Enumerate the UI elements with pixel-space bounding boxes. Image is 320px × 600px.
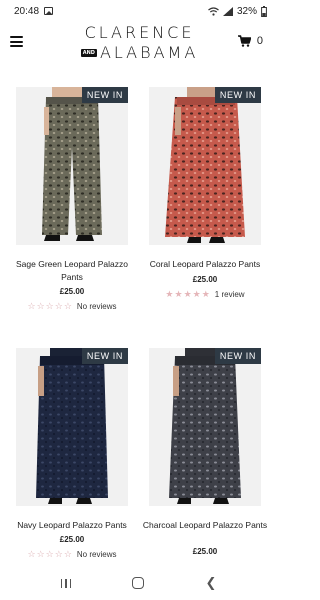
logo-line-1: CLARENCE [84,23,195,42]
review-count[interactable]: 1 review [215,290,245,299]
rating-stars: ★ ★ ★ ★ ★ [165,289,210,299]
review-count[interactable]: No reviews [77,550,117,559]
review-count[interactable]: No reviews [77,302,117,311]
home-icon[interactable] [132,577,145,589]
signal-icon [222,6,233,16]
new-in-badge: NEW IN [214,348,261,364]
cart-icon [237,35,251,47]
product-name[interactable]: Navy Leopard Palazzo Pants [8,519,136,532]
product-name[interactable]: Coral Leopard Palazzo Pants [141,258,269,271]
cart-count: 0 [256,35,263,47]
product-photo-drawing [169,348,241,504]
new-in-badge: NEW IN [81,348,128,364]
back-icon[interactable]: ❮ [205,575,216,591]
product-photo-drawing [165,87,245,243]
new-in-badge: NEW IN [81,87,128,103]
product-image[interactable]: NEW IN [16,87,128,245]
cart-button[interactable]: 0 [237,35,263,47]
product-rating: ★ ★ ★ ★ ★ 1 review [143,289,267,300]
product-image[interactable]: NEW IN [149,87,261,245]
recent-apps-icon[interactable] [60,578,72,588]
rating-stars: ☆ ☆ ☆ ☆ ☆ [27,549,72,559]
product-name[interactable]: Charcoal Leopard Palazzo Pants [141,519,269,532]
wifi-icon [208,6,219,16]
product-image[interactable]: NEW IN [149,348,261,506]
battery-percent: 32% [236,5,257,17]
product-name[interactable]: Sage Green Leopard Palazzo Pants [8,258,136,284]
status-time: 20:48 [14,5,40,17]
brand-logo[interactable]: CLARENCE AND ALABAMA [72,23,207,63]
status-bar: 20:48 32% [0,0,277,22]
product-image[interactable]: NEW IN [16,348,128,506]
battery-icon [261,5,267,17]
product-photo-drawing [42,87,102,241]
logo-and: AND [80,49,97,57]
new-in-badge: NEW IN [214,87,261,103]
site-header: CLARENCE AND ALABAMA 0 [0,22,277,68]
product-price: £25.00 [192,275,218,284]
product-price: £25.00 [59,535,85,544]
product-rating: ☆ ☆ ☆ ☆ ☆ No reviews [10,549,134,560]
product-photo-drawing [36,348,108,504]
logo-line-2: ALABAMA [99,43,199,62]
product-price: £25.00 [59,287,85,296]
product-price: £25.00 [192,547,218,556]
menu-icon[interactable] [10,36,23,47]
system-nav-bar: ❮ [0,566,277,600]
product-rating: ☆ ☆ ☆ ☆ ☆ No reviews [10,301,134,312]
image-notification-icon [44,7,54,15]
rating-stars: ☆ ☆ ☆ ☆ ☆ [27,301,72,311]
